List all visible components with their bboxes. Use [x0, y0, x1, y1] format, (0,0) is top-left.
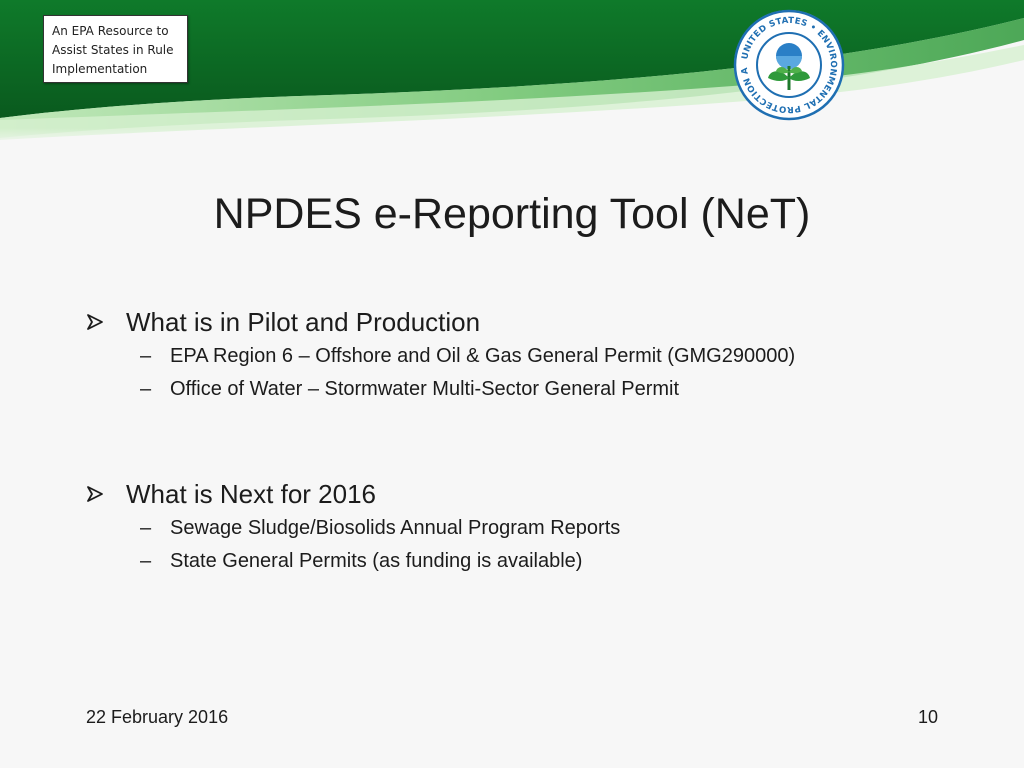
epa-seal-icon: UNITED STATES • ENVIRONMENTAL PROTECTION… [732, 8, 846, 122]
section-heading: What is in Pilot and Production [126, 307, 481, 337]
section-heading-row: What is Next for 2016 [86, 476, 966, 512]
section-next-2016: What is Next for 2016 – Sewage Sludge/Bi… [86, 476, 966, 578]
page-number: 10 [917, 707, 938, 727]
list-item: – State General Permits (as funding is a… [86, 545, 966, 578]
dash-bullet: – [140, 550, 152, 572]
sub-list: – EPA Region 6 – Offshore and Oil & Gas … [86, 340, 966, 406]
list-item-text: EPA Region 6 – Offshore and Oil & Gas Ge… [170, 345, 796, 367]
dash-bullet: – [140, 517, 152, 539]
section-pilot-production: What is in Pilot and Production – EPA Re… [86, 304, 966, 406]
section-heading-row: What is in Pilot and Production [86, 304, 966, 340]
list-item: – EPA Region 6 – Offshore and Oil & Gas … [86, 340, 966, 373]
section-heading: What is Next for 2016 [126, 479, 376, 509]
slide-title: NPDES e-Reporting Tool (NeT) [213, 190, 811, 238]
arrow-bullet-icon [87, 486, 103, 502]
list-item-text: Sewage Sludge/Biosolids Annual Program R… [170, 517, 621, 539]
list-item: – Sewage Sludge/Biosolids Annual Program… [86, 512, 966, 545]
list-item: – Office of Water – Stormwater Multi-Sec… [86, 373, 966, 406]
dash-bullet: – [140, 345, 152, 367]
list-item-text: State General Permits (as funding is ava… [170, 550, 583, 572]
footer-date: 22 February 2016 [86, 707, 229, 727]
slide: An EPA Resource to Assist States in Rule… [0, 0, 1024, 768]
list-item-text: Office of Water – Stormwater Multi-Secto… [170, 378, 680, 400]
arrow-bullet-icon [87, 314, 103, 330]
resource-note-line1: An EPA Resource to [52, 24, 169, 38]
dash-bullet: – [140, 378, 152, 400]
resource-note-line3: Implementation [52, 62, 148, 76]
sub-list: – Sewage Sludge/Biosolids Annual Program… [86, 512, 966, 578]
resource-note-box: An EPA Resource to Assist States in Rule… [43, 15, 188, 83]
resource-note-line2: Assist States in Rule [52, 43, 174, 57]
